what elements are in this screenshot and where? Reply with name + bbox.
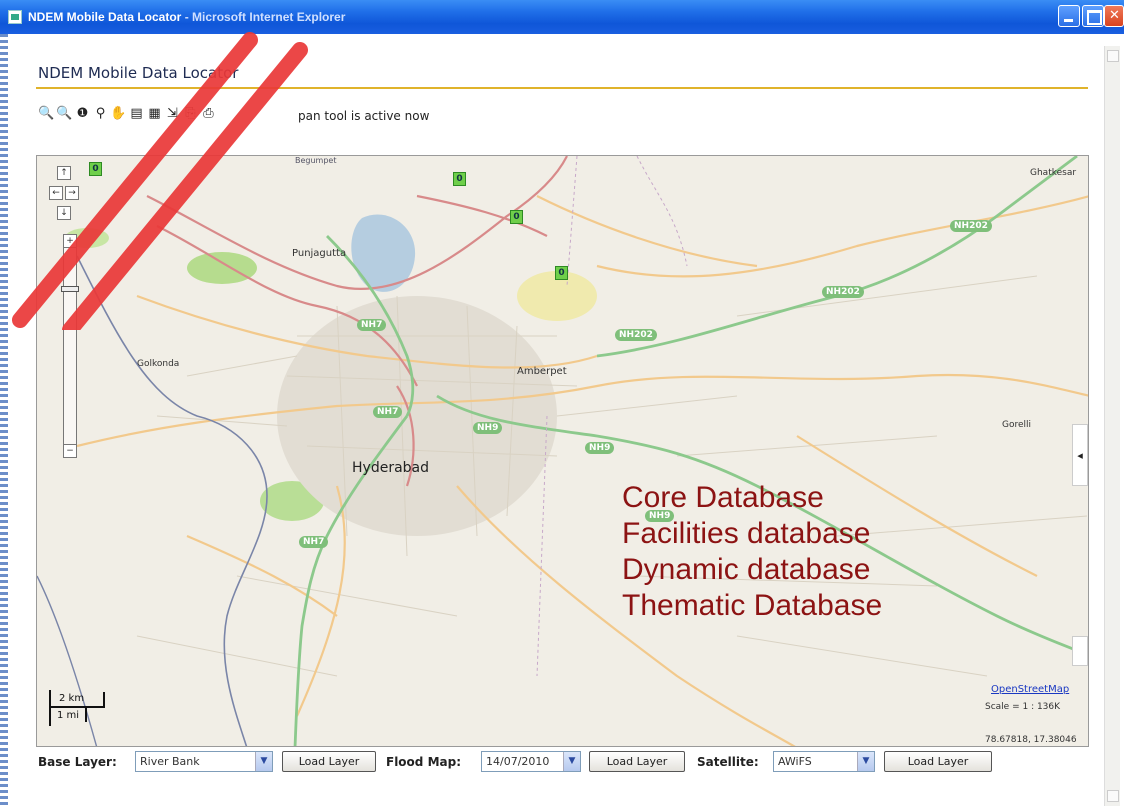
- cursor-coordinates: 78.67818, 17.38046: [985, 735, 1077, 745]
- print-icon[interactable]: ⎙: [200, 105, 217, 122]
- tool-status-text: pan tool is active now: [298, 109, 430, 123]
- scroll-up-button[interactable]: [1107, 50, 1119, 62]
- flood-map-select[interactable]: 14/07/2010 ▼: [481, 751, 581, 772]
- overlay-line: Dynamic database: [622, 553, 871, 586]
- flood-map-label: Flood Map:: [386, 755, 461, 769]
- poi-marker[interactable]: 0: [89, 162, 102, 176]
- pan-hand-icon[interactable]: ✋: [110, 105, 127, 122]
- poi-marker[interactable]: 0: [555, 266, 568, 280]
- close-button[interactable]: [1104, 5, 1124, 27]
- overview-toggle[interactable]: [1072, 636, 1088, 666]
- scale-km-label: 2 km: [59, 693, 85, 704]
- zoom-slider[interactable]: [63, 236, 77, 456]
- satellite-label: Satellite:: [697, 755, 759, 769]
- park-area: [187, 252, 257, 284]
- pan-left-button[interactable]: ←: [49, 186, 63, 200]
- overlay-line: Core Database: [622, 481, 824, 514]
- road-badge: NH7: [299, 536, 329, 548]
- layer-panel-toggle[interactable]: ◂: [1072, 424, 1088, 486]
- map-view[interactable]: Ghatkesar Punjagutta Golkonda Amberpet H…: [36, 155, 1089, 747]
- zoom-in-icon[interactable]: 🔍: [38, 105, 55, 122]
- poi-marker[interactable]: 0: [453, 172, 466, 186]
- road-badge: NH9: [473, 422, 503, 434]
- minor-roads: [136, 275, 1088, 677]
- load-satellite-button[interactable]: Load Layer: [884, 751, 992, 772]
- road-badge: NH7: [373, 406, 403, 418]
- export-icon[interactable]: ⎘: [182, 105, 199, 122]
- search-icon[interactable]: ⚲: [92, 105, 109, 122]
- zoom-out-icon[interactable]: 🔍: [56, 105, 73, 122]
- chevron-down-icon: ▼: [563, 752, 580, 771]
- select-icon[interactable]: ⇲: [164, 105, 181, 122]
- scale-mi-label: 1 mi: [57, 710, 80, 721]
- map-label: Begumpet: [295, 156, 337, 165]
- attribution-link[interactable]: OpenStreetMap: [991, 684, 1069, 695]
- map-toolbar: 🔍 🔍 ❶ ⚲ ✋ ▤ ▦ ⇲ ⎘ ⎙: [38, 105, 217, 125]
- map-canvas: [37, 156, 1088, 746]
- map-label: Ghatkesar: [1030, 168, 1077, 178]
- road-badge: NH9: [585, 442, 615, 454]
- base-layer-select[interactable]: River Bank ▼: [135, 751, 273, 772]
- ie-window-icon: [8, 10, 22, 24]
- load-base-layer-button[interactable]: Load Layer: [282, 751, 376, 772]
- layers-alt-icon[interactable]: ▦: [146, 105, 163, 122]
- overlay-line: Thematic Database: [622, 589, 883, 622]
- load-flood-map-button[interactable]: Load Layer: [589, 751, 685, 772]
- pan-down-button[interactable]: ↓: [57, 206, 71, 220]
- map-label: Punjagutta: [292, 248, 347, 259]
- pan-up-button[interactable]: ↑: [57, 166, 71, 180]
- satellite-select[interactable]: AWiFS ▼: [773, 751, 875, 772]
- pan-right-button[interactable]: →: [65, 186, 79, 200]
- base-layer-label: Base Layer:: [38, 755, 117, 769]
- road-badge: NH202: [822, 286, 864, 298]
- map-label: Gorelli: [1002, 420, 1032, 430]
- window-title: NDEM Mobile Data Locator - Microsoft Int…: [28, 10, 346, 24]
- database-list-overlay: Core Database Facilities database Dynami…: [622, 480, 882, 624]
- scroll-down-button[interactable]: [1107, 790, 1119, 802]
- map-label-city: Hyderabad: [352, 460, 429, 476]
- road-badge: NH7: [357, 319, 387, 331]
- page-title: NDEM Mobile Data Locator: [38, 64, 239, 82]
- scale-bar: 2 km 1 mi: [49, 690, 107, 730]
- urban-area: [277, 296, 557, 536]
- chevron-down-icon: ▼: [857, 752, 874, 771]
- page-scrollbar[interactable]: [1104, 46, 1120, 806]
- zoom-out-button[interactable]: −: [63, 444, 77, 458]
- road-badge: NH202: [950, 220, 992, 232]
- zoom-in-button[interactable]: +: [63, 234, 77, 248]
- minimize-button[interactable]: [1058, 5, 1080, 27]
- chevron-down-icon: ▼: [255, 752, 272, 771]
- map-label: Golkonda: [137, 359, 180, 369]
- map-label: Amberpet: [517, 366, 567, 377]
- info-icon[interactable]: ❶: [74, 105, 91, 122]
- overlay-line: Facilities database: [622, 517, 871, 550]
- scale-ratio-text: Scale = 1 : 136K: [985, 702, 1061, 712]
- layers-icon[interactable]: ▤: [128, 105, 145, 122]
- zoom-slider-handle[interactable]: [61, 286, 79, 292]
- title-divider: [36, 87, 1088, 89]
- window-titlebar: NDEM Mobile Data Locator - Microsoft Int…: [0, 0, 1124, 34]
- slide-edge-stripe: [0, 34, 8, 806]
- poi-marker[interactable]: 0: [510, 210, 523, 224]
- maximize-button[interactable]: [1082, 5, 1104, 27]
- road-badge: NH202: [615, 329, 657, 341]
